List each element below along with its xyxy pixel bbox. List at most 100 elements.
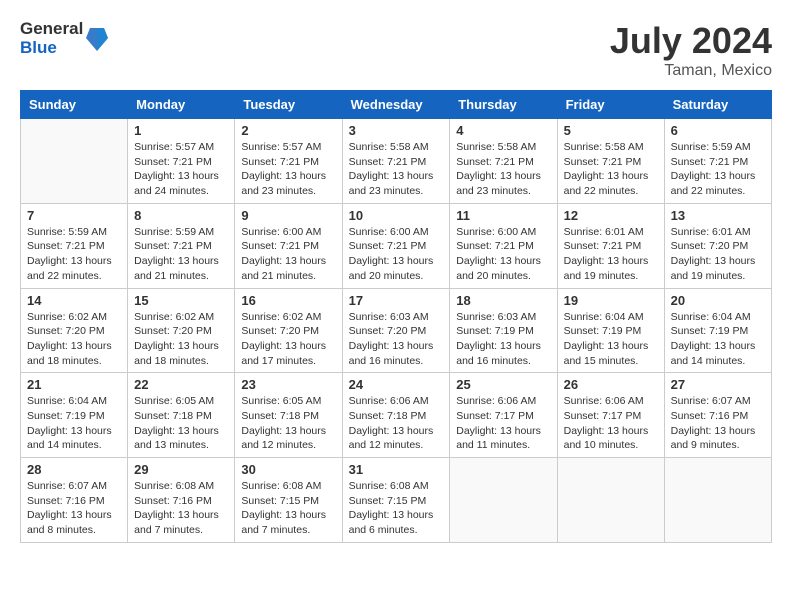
day-detail: Sunrise: 6:06 AMSunset: 7:18 PMDaylight:…: [349, 394, 444, 453]
logo-blue: Blue: [20, 39, 83, 58]
calendar-cell: 5 Sunrise: 5:58 AMSunset: 7:21 PMDaylight…: [557, 119, 664, 204]
day-number: 25: [456, 377, 550, 392]
day-detail: Sunrise: 5:57 AMSunset: 7:21 PMDaylight:…: [241, 140, 335, 199]
day-detail: Sunrise: 6:06 AMSunset: 7:17 PMDaylight:…: [456, 394, 550, 453]
logo-icon: [86, 23, 108, 53]
calendar-cell: 14 Sunrise: 6:02 AMSunset: 7:20 PMDayligh…: [21, 288, 128, 373]
calendar-cell: 4Sunrise: 5:58 AMSunset: 7:21 PMDaylight…: [450, 119, 557, 204]
calendar-cell: 19 Sunrise: 6:04 AMSunset: 7:19 PMDayligh…: [557, 288, 664, 373]
logo-general: General: [20, 20, 83, 39]
day-detail: Sunrise: 6:00 AMSunset: 7:21 PMDaylight:…: [349, 225, 444, 284]
day-number: 18: [456, 293, 550, 308]
day-detail: Sunrise: 6:08 AMSunset: 7:16 PMDaylight:…: [134, 479, 228, 538]
weekday-header-saturday: Saturday: [664, 91, 771, 119]
day-number: 9: [241, 208, 335, 223]
calendar-cell: 30 Sunrise: 6:08 AMSunset: 7:15 PMDayligh…: [235, 458, 342, 543]
calendar-cell: 2 Sunrise: 5:57 AMSunset: 7:21 PMDaylight…: [235, 119, 342, 204]
day-number: 10: [349, 208, 444, 223]
day-detail: Sunrise: 5:58 AMSunset: 7:21 PMDaylight:…: [456, 140, 550, 199]
day-number: 15: [134, 293, 228, 308]
day-detail: Sunrise: 6:02 AMSunset: 7:20 PMDaylight:…: [27, 310, 121, 369]
day-number: 24: [349, 377, 444, 392]
calendar-week-1: 1 Sunrise: 5:57 AMSunset: 7:21 PMDaylight…: [21, 119, 772, 204]
calendar-cell: 10 Sunrise: 6:00 AMSunset: 7:21 PMDayligh…: [342, 203, 450, 288]
day-detail: Sunrise: 6:00 AMSunset: 7:21 PMDaylight:…: [456, 225, 550, 284]
day-number: 19: [564, 293, 658, 308]
calendar-header-row: SundayMondayTuesdayWednesdayThursdayFrid…: [21, 91, 772, 119]
day-detail: Sunrise: 6:04 AMSunset: 7:19 PMDaylight:…: [564, 310, 658, 369]
day-detail: Sunrise: 6:01 AMSunset: 7:21 PMDaylight:…: [564, 225, 658, 284]
day-detail: Sunrise: 5:59 AMSunset: 7:21 PMDaylight:…: [27, 225, 121, 284]
day-number: 23: [241, 377, 335, 392]
calendar-cell: 25 Sunrise: 6:06 AMSunset: 7:17 PMDayligh…: [450, 373, 557, 458]
calendar-week-3: 14 Sunrise: 6:02 AMSunset: 7:20 PMDayligh…: [21, 288, 772, 373]
calendar-cell: [21, 119, 128, 204]
day-number: 1: [134, 123, 228, 138]
day-detail: Sunrise: 6:00 AMSunset: 7:21 PMDaylight:…: [241, 225, 335, 284]
day-detail: Sunrise: 6:05 AMSunset: 7:18 PMDaylight:…: [134, 394, 228, 453]
weekday-header-thursday: Thursday: [450, 91, 557, 119]
calendar-cell: 15 Sunrise: 6:02 AMSunset: 7:20 PMDayligh…: [128, 288, 235, 373]
day-number: 22: [134, 377, 228, 392]
day-detail: Sunrise: 6:03 AMSunset: 7:20 PMDaylight:…: [349, 310, 444, 369]
day-number: 21: [27, 377, 121, 392]
day-detail: Sunrise: 6:07 AMSunset: 7:16 PMDaylight:…: [671, 394, 765, 453]
calendar-cell: 17 Sunrise: 6:03 AMSunset: 7:20 PMDayligh…: [342, 288, 450, 373]
day-detail: Sunrise: 5:59 AMSunset: 7:21 PMDaylight:…: [134, 225, 228, 284]
calendar-cell: 16 Sunrise: 6:02 AMSunset: 7:20 PMDayligh…: [235, 288, 342, 373]
day-detail: Sunrise: 5:58 AMSunset: 7:21 PMDaylight:…: [349, 140, 444, 199]
day-number: 28: [27, 462, 121, 477]
weekday-header-friday: Friday: [557, 91, 664, 119]
calendar-cell: 8 Sunrise: 5:59 AMSunset: 7:21 PMDaylight…: [128, 203, 235, 288]
day-number: 13: [671, 208, 765, 223]
day-detail: Sunrise: 6:02 AMSunset: 7:20 PMDaylight:…: [241, 310, 335, 369]
day-number: 5: [564, 123, 658, 138]
calendar-cell: 23 Sunrise: 6:05 AMSunset: 7:18 PMDayligh…: [235, 373, 342, 458]
day-number: 7: [27, 208, 121, 223]
day-number: 30: [241, 462, 335, 477]
weekday-header-monday: Monday: [128, 91, 235, 119]
day-detail: Sunrise: 6:06 AMSunset: 7:17 PMDaylight:…: [564, 394, 658, 453]
day-number: 11: [456, 208, 550, 223]
day-number: 2: [241, 123, 335, 138]
day-detail: Sunrise: 6:02 AMSunset: 7:20 PMDaylight:…: [134, 310, 228, 369]
day-number: 3: [349, 123, 444, 138]
calendar-week-4: 21Sunrise: 6:04 AMSunset: 7:19 PMDayligh…: [21, 373, 772, 458]
weekday-header-sunday: Sunday: [21, 91, 128, 119]
day-number: 17: [349, 293, 444, 308]
day-detail: Sunrise: 5:58 AMSunset: 7:21 PMDaylight:…: [564, 140, 658, 199]
calendar-cell: 3 Sunrise: 5:58 AMSunset: 7:21 PMDaylight…: [342, 119, 450, 204]
day-number: 8: [134, 208, 228, 223]
calendar-cell: 29Sunrise: 6:08 AMSunset: 7:16 PMDayligh…: [128, 458, 235, 543]
calendar-cell: 9 Sunrise: 6:00 AMSunset: 7:21 PMDaylight…: [235, 203, 342, 288]
location: Taman, Mexico: [610, 62, 772, 80]
day-detail: Sunrise: 6:05 AMSunset: 7:18 PMDaylight:…: [241, 394, 335, 453]
day-number: 20: [671, 293, 765, 308]
day-number: 26: [564, 377, 658, 392]
calendar-week-2: 7 Sunrise: 5:59 AMSunset: 7:21 PMDaylight…: [21, 203, 772, 288]
calendar-cell: 18Sunrise: 6:03 AMSunset: 7:19 PMDayligh…: [450, 288, 557, 373]
calendar-cell: 13Sunrise: 6:01 AMSunset: 7:20 PMDayligh…: [664, 203, 771, 288]
calendar-table: SundayMondayTuesdayWednesdayThursdayFrid…: [20, 90, 772, 543]
title-block: July 2024 Taman, Mexico: [610, 20, 772, 80]
month-year: July 2024: [610, 20, 772, 62]
day-number: 16: [241, 293, 335, 308]
calendar-cell: 6 Sunrise: 5:59 AMSunset: 7:21 PMDaylight…: [664, 119, 771, 204]
logo: General Blue: [20, 20, 108, 57]
day-number: 14: [27, 293, 121, 308]
page-header: General Blue July 2024 Taman, Mexico: [20, 20, 772, 80]
calendar-cell: 1Sunrise: 5:57 AMSunset: 7:21 PMDaylight…: [128, 119, 235, 204]
calendar-cell: [557, 458, 664, 543]
calendar-cell: 20 Sunrise: 6:04 AMSunset: 7:19 PMDayligh…: [664, 288, 771, 373]
calendar-week-5: 28Sunrise: 6:07 AMSunset: 7:16 PMDayligh…: [21, 458, 772, 543]
day-detail: Sunrise: 6:04 AMSunset: 7:19 PMDaylight:…: [671, 310, 765, 369]
calendar-cell: 28Sunrise: 6:07 AMSunset: 7:16 PMDayligh…: [21, 458, 128, 543]
calendar-cell: [450, 458, 557, 543]
calendar-cell: [664, 458, 771, 543]
day-number: 27: [671, 377, 765, 392]
day-number: 6: [671, 123, 765, 138]
day-detail: Sunrise: 6:08 AMSunset: 7:15 PMDaylight:…: [241, 479, 335, 538]
calendar-cell: 31Sunrise: 6:08 AMSunset: 7:15 PMDayligh…: [342, 458, 450, 543]
day-detail: Sunrise: 5:59 AMSunset: 7:21 PMDaylight:…: [671, 140, 765, 199]
weekday-header-wednesday: Wednesday: [342, 91, 450, 119]
